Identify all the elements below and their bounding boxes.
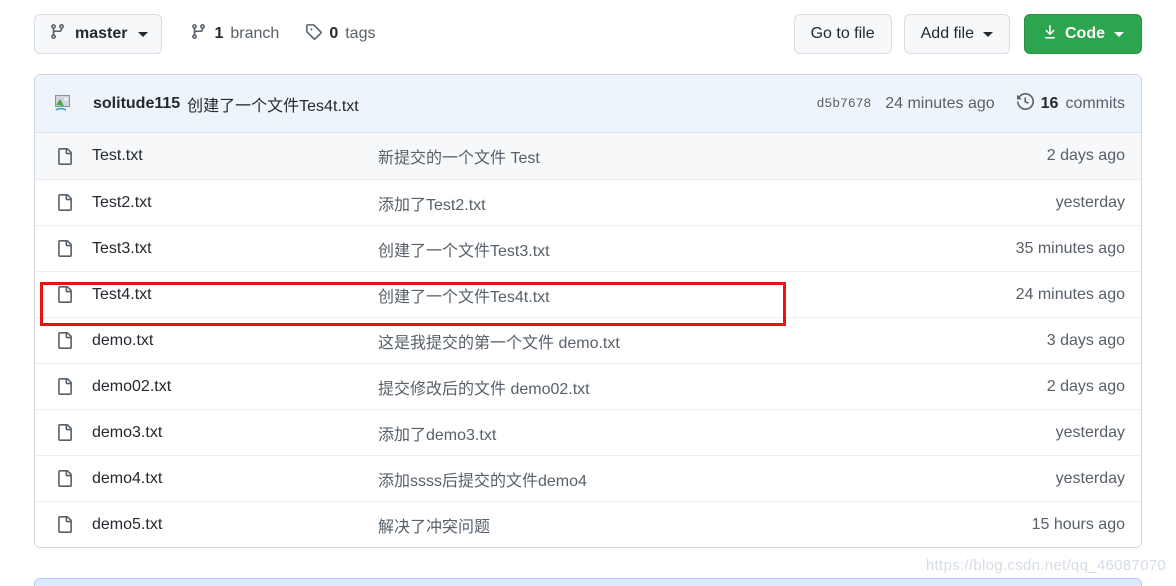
repository-file-browser: master 1 branch 0 tags Go to file Add fi…	[0, 0, 1176, 586]
file-commit-time: 15 hours ago	[1031, 515, 1125, 533]
file-name[interactable]: demo.txt	[92, 332, 378, 350]
go-to-file-button[interactable]: Go to file	[793, 14, 892, 54]
file-icon	[56, 332, 78, 349]
bottom-panel	[34, 578, 1142, 586]
file-name[interactable]: Test.txt	[92, 147, 378, 165]
tag-count-label: tags	[345, 25, 376, 42]
file-icon	[56, 286, 78, 303]
branch-selector[interactable]: master	[34, 14, 163, 54]
file-commit-time: 3 days ago	[1046, 331, 1125, 349]
file-commit-message[interactable]: 添加了demo3.txt	[378, 421, 1056, 445]
add-file-label: Add file	[920, 25, 974, 42]
commits-count-link[interactable]: 16 commits	[1016, 92, 1125, 115]
branch-count-label: branch	[230, 25, 280, 42]
file-rows: Test.txt 新提交的一个文件 Test 2 days ago Test2.txt…	[35, 133, 1141, 547]
table-row[interactable]: Test4.txt 创建了一个文件Tes4t.txt 24 minutes ago	[35, 271, 1141, 317]
file-icon	[56, 194, 78, 211]
table-row[interactable]: demo02.txt 提交修改后的文件 demo02.txt 2 days ago	[35, 363, 1141, 409]
file-commit-message[interactable]: 解决了冲突问题	[378, 513, 1032, 537]
commits-count-value: 16	[1040, 94, 1059, 112]
download-icon	[1042, 24, 1058, 45]
table-row[interactable]: demo5.txt 解决了冲突问题 15 hours ago	[35, 501, 1141, 547]
file-icon	[56, 470, 78, 487]
file-name[interactable]: Test3.txt	[92, 240, 378, 258]
tag-count-link[interactable]: 0 tags	[305, 23, 375, 45]
commit-author[interactable]: solitude115	[93, 95, 180, 113]
chevron-down-icon	[983, 31, 993, 37]
file-name[interactable]: demo5.txt	[92, 516, 378, 534]
git-branch-icon	[49, 23, 66, 45]
code-label: Code	[1065, 25, 1105, 42]
commit-time: 24 minutes ago	[885, 94, 995, 112]
chevron-down-icon	[1114, 31, 1124, 37]
repo-toolbar: master 1 branch 0 tags Go to file Add fi…	[34, 10, 1142, 58]
file-commit-message[interactable]: 这是我提交的第一个文件 demo.txt	[378, 329, 1047, 353]
file-commit-time: yesterday	[1055, 423, 1125, 441]
go-to-file-label: Go to file	[810, 25, 875, 42]
file-commit-time: 24 minutes ago	[1015, 285, 1125, 303]
file-icon	[56, 147, 78, 165]
table-row[interactable]: demo3.txt 添加了demo3.txt yesterday	[35, 409, 1141, 455]
file-icon	[56, 516, 78, 533]
file-commit-time: 35 minutes ago	[1015, 239, 1125, 257]
commit-meta: d5b7678 24 minutes ago 16 commits	[817, 92, 1125, 115]
file-listing-box: solitude115 创建了一个文件Tes4t.txt d5b7678 24 …	[34, 74, 1142, 548]
commits-count-label: commits	[1065, 94, 1125, 112]
latest-commit-bar: solitude115 创建了一个文件Tes4t.txt d5b7678 24 …	[35, 75, 1141, 133]
file-icon	[56, 424, 78, 441]
file-name[interactable]: Test4.txt	[92, 286, 378, 304]
file-commit-message[interactable]: 创建了一个文件Tes4t.txt	[378, 283, 1016, 307]
tag-count-value: 0	[329, 25, 339, 42]
file-commit-time: yesterday	[1055, 469, 1125, 487]
file-commit-message[interactable]: 添加ssss后提交的文件demo4	[378, 467, 1056, 491]
table-row[interactable]: demo4.txt 添加ssss后提交的文件demo4 yesterday	[35, 455, 1141, 501]
file-name[interactable]: Test2.txt	[92, 194, 378, 212]
file-commit-message[interactable]: 添加了Test2.txt	[378, 191, 1056, 215]
add-file-button[interactable]: Add file	[903, 14, 1010, 54]
commit-sha[interactable]: d5b7678	[817, 96, 872, 111]
chevron-down-icon	[138, 31, 149, 37]
avatar[interactable]	[51, 90, 77, 117]
file-commit-time: yesterday	[1055, 193, 1125, 211]
branch-count-link[interactable]: 1 branch	[190, 23, 279, 45]
file-commit-time: 2 days ago	[1046, 377, 1125, 395]
file-name[interactable]: demo4.txt	[92, 470, 378, 488]
file-commit-message[interactable]: 提交修改后的文件 demo02.txt	[378, 375, 1047, 399]
file-icon	[56, 378, 78, 395]
branch-name: master	[75, 25, 128, 42]
table-row[interactable]: Test3.txt 创建了一个文件Test3.txt 35 minutes ago	[35, 225, 1141, 271]
tag-icon	[305, 23, 323, 45]
table-row[interactable]: Test2.txt 添加了Test2.txt yesterday	[35, 179, 1141, 225]
file-commit-message[interactable]: 创建了一个文件Test3.txt	[378, 237, 1016, 261]
table-row[interactable]: Test.txt 新提交的一个文件 Test 2 days ago	[35, 133, 1141, 179]
table-row[interactable]: demo.txt 这是我提交的第一个文件 demo.txt 3 days ago	[35, 317, 1141, 363]
file-commit-message[interactable]: 新提交的一个文件 Test	[378, 144, 1047, 168]
commit-message[interactable]: 创建了一个文件Tes4t.txt	[187, 92, 359, 116]
git-branch-icon	[190, 23, 207, 45]
code-button[interactable]: Code	[1024, 14, 1142, 54]
branch-count-value: 1	[214, 25, 224, 42]
file-name[interactable]: demo02.txt	[92, 378, 378, 396]
file-commit-time: 2 days ago	[1046, 147, 1125, 164]
watermark: https://blog.csdn.net/qq_46087070	[925, 557, 1166, 574]
history-icon	[1016, 92, 1034, 115]
file-name[interactable]: demo3.txt	[92, 424, 378, 442]
file-icon	[56, 240, 78, 257]
